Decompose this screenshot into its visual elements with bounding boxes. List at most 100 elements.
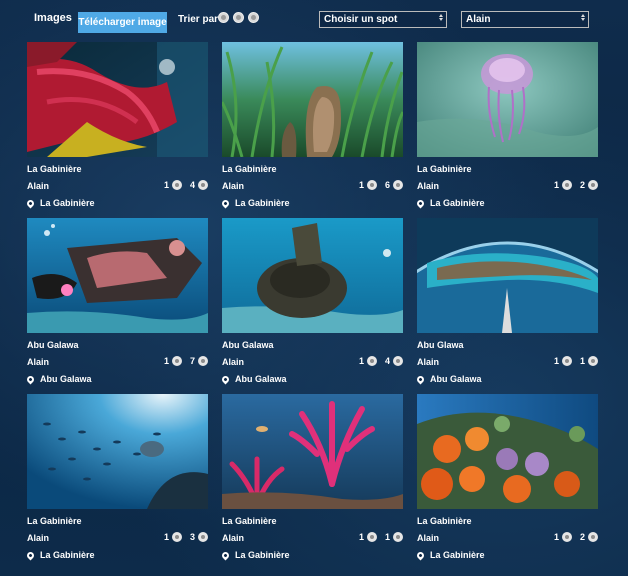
photo-thumbnail[interactable] [222, 394, 403, 509]
photo-author[interactable]: Alain [417, 357, 439, 367]
user-select-value: Alain [466, 14, 491, 25]
location-pin-icon [220, 198, 231, 208]
photo-title[interactable]: Abu Glawa [417, 340, 464, 350]
like-icon[interactable] [171, 180, 182, 190]
red-gorgonian-photo [27, 42, 208, 157]
photo-card[interactable]: La Gabinière Alain 1 2 La Gabinière [415, 394, 598, 564]
comment-icon[interactable] [393, 180, 403, 190]
sort-by-date-icon[interactable] [218, 12, 229, 23]
photo-card[interactable]: La Gabinière Alain 1 1 La Gabinière [220, 394, 403, 564]
page-title: Images [34, 12, 72, 24]
stat-count: 1 [579, 356, 585, 366]
photo-card[interactable]: La Gabinière Alain 1 6 La Gabinière [220, 42, 403, 212]
photo-title[interactable]: La Gabinière [222, 516, 277, 526]
comment-icon[interactable] [393, 532, 403, 542]
photo-thumbnail[interactable] [27, 394, 208, 509]
sort-by-rating-icon[interactable] [233, 12, 244, 23]
photo-thumbnail[interactable] [222, 218, 403, 333]
like-icon[interactable] [171, 532, 182, 542]
stat-count: 7 [189, 356, 195, 366]
photo-location[interactable]: La Gabinière [220, 198, 290, 208]
photo-location[interactable]: Abu Galawa [25, 374, 92, 384]
photo-author[interactable]: Alain [27, 533, 49, 543]
spot-select-value: Choisir un spot [324, 14, 398, 25]
photo-thumbnail[interactable] [27, 42, 208, 157]
location-pin-icon [220, 550, 231, 560]
pink-gorgonian-photo [222, 394, 403, 509]
photo-card[interactable]: La Gabinière Alain 1 4 La Gabinière [25, 42, 208, 212]
photo-location[interactable]: Abu Galawa [415, 374, 482, 384]
like-icon[interactable] [561, 356, 572, 366]
photo-author[interactable]: Alain [417, 181, 439, 191]
upload-image-button[interactable]: Télécharger image [78, 12, 167, 33]
photo-card[interactable]: Abu Galawa Alain 1 7 Abu Galawa [25, 218, 208, 388]
photo-author[interactable]: Alain [222, 357, 244, 367]
stat-count: 1 [384, 532, 390, 542]
photo-location[interactable]: La Gabinière [25, 550, 95, 560]
photo-title[interactable]: La Gabinière [222, 164, 277, 174]
photo-location[interactable]: Abu Galawa [220, 374, 287, 384]
location-label: La Gabinière [430, 550, 485, 560]
photo-title[interactable]: La Gabinière [417, 516, 472, 526]
chevron-up-icon [581, 14, 585, 17]
photo-card[interactable]: Abu Galawa Alain 1 4 Abu Galawa [220, 218, 403, 388]
photo-card[interactable]: La Gabinière Alain 1 3 La Gabinière [25, 394, 208, 564]
comment-icon[interactable] [588, 532, 598, 542]
stat-count: 1 [163, 180, 169, 190]
photo-location[interactable]: La Gabinière [415, 550, 485, 560]
photo-thumbnail[interactable] [27, 218, 208, 333]
like-icon[interactable] [366, 532, 377, 542]
photo-author[interactable]: Alain [222, 533, 244, 543]
spot-select[interactable]: Choisir un spot [319, 11, 447, 28]
like-icon[interactable] [366, 356, 377, 366]
comment-icon[interactable] [393, 356, 403, 366]
like-icon[interactable] [561, 532, 572, 542]
location-pin-icon [25, 550, 36, 560]
stat-count: 4 [384, 356, 390, 366]
photo-author[interactable]: Alain [417, 533, 439, 543]
comment-icon[interactable] [198, 180, 208, 190]
photo-title[interactable]: Abu Galawa [27, 340, 79, 350]
photo-title[interactable]: La Gabinière [27, 164, 82, 174]
photo-title[interactable]: Abu Galawa [222, 340, 274, 350]
stat-count: 1 [358, 356, 364, 366]
location-pin-icon [415, 198, 426, 208]
jellyfish-photo [417, 42, 598, 157]
comment-icon[interactable] [588, 356, 598, 366]
stat-count: 4 [189, 180, 195, 190]
stat-count: 1 [163, 356, 169, 366]
chevron-down-icon [581, 18, 585, 21]
stat-count: 3 [189, 532, 195, 542]
like-icon[interactable] [171, 356, 182, 366]
photo-thumbnail[interactable] [222, 42, 403, 157]
photo-thumbnail[interactable] [417, 42, 598, 157]
photo-title[interactable]: La Gabinière [417, 164, 472, 174]
photo-location[interactable]: La Gabinière [415, 198, 485, 208]
sort-by-comments-icon[interactable] [248, 12, 259, 23]
photo-author[interactable]: Alain [27, 181, 49, 191]
photo-stats: 1 3 [161, 532, 208, 542]
comment-icon[interactable] [588, 180, 598, 190]
stat-count: 1 [553, 180, 559, 190]
chevron-up-icon [439, 14, 443, 17]
photo-card[interactable]: La Gabinière Alain 1 2 La Gabinière [415, 42, 598, 212]
reef-fisheye-photo [417, 218, 598, 333]
photo-location[interactable]: La Gabinière [25, 198, 95, 208]
photo-author[interactable]: Alain [27, 357, 49, 367]
photo-card[interactable]: Abu Glawa Alain 1 1 Abu Galawa [415, 218, 598, 388]
stat-count: 1 [553, 356, 559, 366]
location-pin-icon [25, 198, 36, 208]
comment-icon[interactable] [198, 532, 208, 542]
photo-title[interactable]: La Gabinière [27, 516, 82, 526]
stat-count: 2 [579, 532, 585, 542]
comment-icon[interactable] [198, 356, 208, 366]
location-label: La Gabinière [430, 198, 485, 208]
like-icon[interactable] [366, 180, 377, 190]
user-select[interactable]: Alain [461, 11, 589, 28]
photo-location[interactable]: La Gabinière [220, 550, 290, 560]
photo-thumbnail[interactable] [417, 394, 598, 509]
photo-thumbnail[interactable] [417, 218, 598, 333]
location-pin-icon [415, 550, 426, 560]
photo-author[interactable]: Alain [222, 181, 244, 191]
like-icon[interactable] [561, 180, 572, 190]
